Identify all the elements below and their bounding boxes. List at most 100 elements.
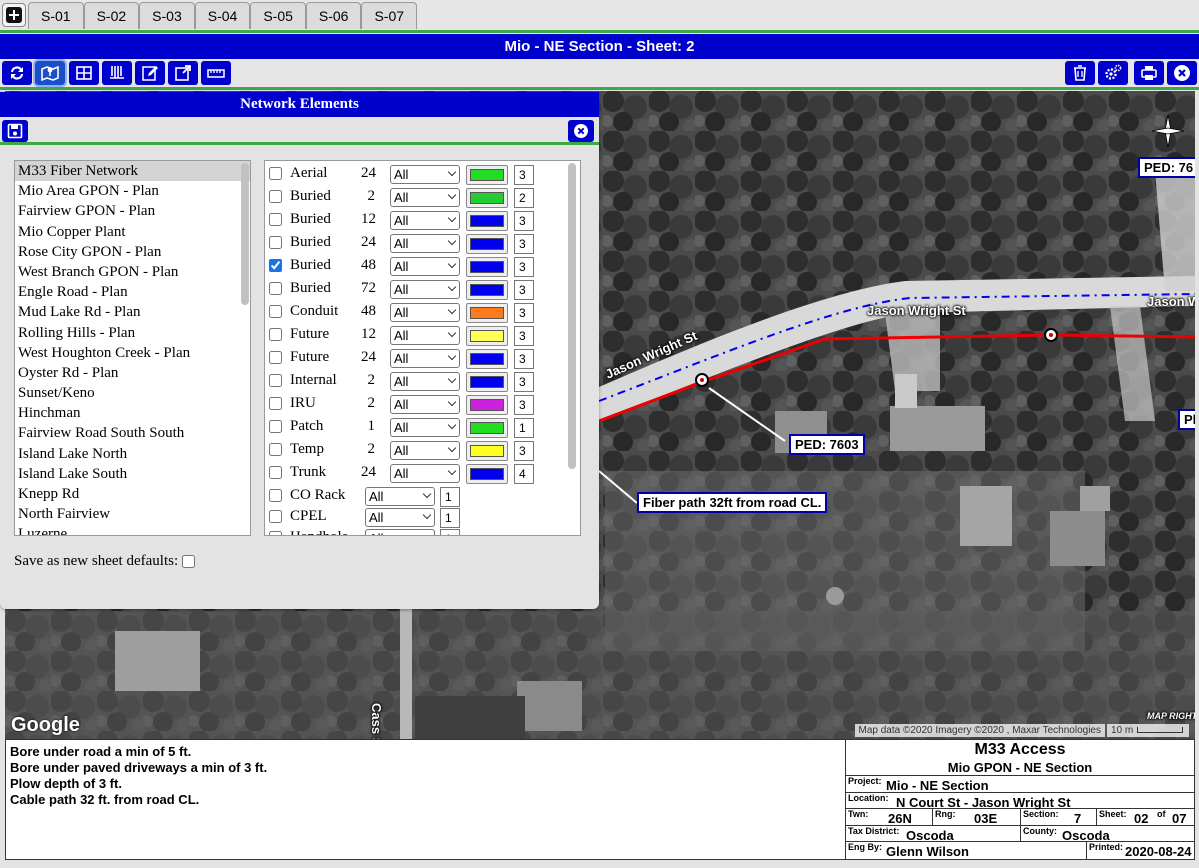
network-item[interactable]: Luzerne [15, 524, 250, 535]
element-scrollbar[interactable] [568, 163, 576, 469]
element-filter-select[interactable]: All [390, 280, 460, 299]
tab-s-06[interactable]: S-06 [305, 2, 362, 29]
line-width-input[interactable]: 3 [514, 234, 534, 254]
element-filter-select[interactable]: All [390, 211, 460, 230]
element-filter-select[interactable]: All [390, 165, 460, 184]
fiber-path-note[interactable]: Fiber path 32ft from road CL. [637, 492, 828, 513]
network-item[interactable]: Hinchman [15, 403, 250, 423]
element-checkbox[interactable] [269, 351, 282, 364]
ped-label-top[interactable]: PED: 76 [1138, 157, 1195, 178]
element-checkbox[interactable] [269, 420, 282, 433]
settings-button[interactable] [1098, 61, 1128, 85]
network-item[interactable]: Sunset/Keno [15, 383, 250, 403]
panel-close-button[interactable] [568, 120, 594, 142]
network-item[interactable]: Mio Area GPON - Plan [15, 181, 250, 201]
tab-s-04[interactable]: S-04 [194, 2, 251, 29]
network-item[interactable]: Mio Copper Plant [15, 222, 250, 242]
equipment-checkbox[interactable] [269, 489, 282, 502]
print-button[interactable] [1134, 61, 1164, 85]
color-picker[interactable] [466, 349, 508, 369]
network-item[interactable]: Island Lake South [15, 464, 250, 484]
equipment-checkbox[interactable] [269, 531, 282, 535]
element-filter-select[interactable]: All [390, 257, 460, 276]
network-item[interactable]: Rolling Hills - Plan [15, 323, 250, 343]
tab-s-03[interactable]: S-03 [139, 2, 195, 29]
size-input[interactable]: 1 [440, 487, 460, 507]
network-item[interactable]: M33 Fiber Network [15, 161, 250, 182]
color-picker[interactable] [466, 441, 508, 461]
element-checkbox[interactable] [269, 190, 282, 203]
line-width-input[interactable]: 2 [514, 188, 534, 208]
equipment-checkbox[interactable] [269, 510, 282, 523]
element-checkbox[interactable] [269, 374, 282, 387]
line-width-input[interactable]: 3 [514, 349, 534, 369]
line-width-input[interactable]: 3 [514, 257, 534, 277]
network-item[interactable]: North Fairview [15, 504, 250, 524]
color-picker[interactable] [466, 464, 508, 484]
element-checkbox[interactable] [269, 259, 282, 272]
element-list[interactable]: Aerial 24 All 3 Buried 2 All 2 Buried 12 All 3 Burie… [264, 160, 581, 536]
color-picker[interactable] [466, 372, 508, 392]
element-filter-select[interactable]: All [390, 464, 460, 483]
element-checkbox[interactable] [269, 236, 282, 249]
color-picker[interactable] [466, 257, 508, 277]
open-external-button[interactable] [168, 61, 198, 85]
tab-s-02[interactable]: S-02 [83, 2, 140, 29]
element-checkbox[interactable] [269, 443, 282, 456]
network-item[interactable]: West Branch GPON - Plan [15, 262, 250, 282]
close-button[interactable] [1167, 61, 1197, 85]
network-item[interactable]: Island Lake North [15, 444, 250, 464]
equipment-filter-select[interactable]: All [365, 487, 435, 506]
equipment-filter-select[interactable]: All [365, 508, 435, 527]
fiber-bundle-button[interactable] [102, 61, 132, 85]
line-width-input[interactable]: 4 [514, 464, 534, 484]
color-picker[interactable] [466, 211, 508, 231]
element-checkbox[interactable] [269, 328, 282, 341]
color-picker[interactable] [466, 188, 508, 208]
element-filter-select[interactable]: All [390, 234, 460, 253]
size-input[interactable]: 1 [440, 529, 460, 535]
map-attribution[interactable]: Map data ©2020 Imagery ©2020 , Maxar Tec… [854, 724, 1105, 737]
element-filter-select[interactable]: All [390, 326, 460, 345]
network-item[interactable]: Mud Lake Rd - Plan [15, 302, 250, 322]
network-item[interactable]: Fairview Road South South [15, 423, 250, 443]
line-width-input[interactable]: 3 [514, 303, 534, 323]
measure-button[interactable] [201, 61, 231, 85]
element-filter-select[interactable]: All [390, 188, 460, 207]
table-button[interactable] [69, 61, 99, 85]
color-picker[interactable] [466, 234, 508, 254]
network-item[interactable]: Engle Road - Plan [15, 282, 250, 302]
ped-label[interactable]: PED: 7603 [789, 434, 865, 455]
element-checkbox[interactable] [269, 397, 282, 410]
element-filter-select[interactable]: All [390, 418, 460, 437]
element-filter-select[interactable]: All [390, 372, 460, 391]
element-checkbox[interactable] [269, 167, 282, 180]
network-item[interactable]: Fairview GPON - Plan [15, 201, 250, 221]
add-sheet-button[interactable] [2, 3, 26, 27]
color-picker[interactable] [466, 395, 508, 415]
network-item[interactable]: Rose City GPON - Plan [15, 242, 250, 262]
element-filter-select[interactable]: All [390, 349, 460, 368]
line-width-input[interactable]: 3 [514, 280, 534, 300]
network-item[interactable]: Knepp Rd [15, 484, 250, 504]
save-defaults-checkbox[interactable] [182, 555, 196, 568]
save-button[interactable] [2, 120, 28, 142]
tab-s-01[interactable]: S-01 [28, 2, 84, 29]
network-item[interactable]: West Houghton Creek - Plan [15, 343, 250, 363]
element-filter-select[interactable]: All [390, 303, 460, 322]
color-picker[interactable] [466, 326, 508, 346]
equipment-filter-select[interactable]: All [365, 529, 435, 535]
line-width-input[interactable]: 3 [514, 395, 534, 415]
element-checkbox[interactable] [269, 213, 282, 226]
map-label-right[interactable]: Pl [1178, 409, 1195, 430]
element-checkbox[interactable] [269, 305, 282, 318]
tab-s-07[interactable]: S-07 [361, 2, 418, 29]
network-item[interactable]: Oyster Rd - Plan [15, 363, 250, 383]
line-width-input[interactable]: 3 [514, 165, 534, 185]
color-picker[interactable] [466, 280, 508, 300]
element-filter-select[interactable]: All [390, 441, 460, 460]
element-checkbox[interactable] [269, 466, 282, 479]
network-list[interactable]: M33 Fiber Network Mio Area GPON - Plan F… [14, 160, 251, 536]
line-width-input[interactable]: 3 [514, 326, 534, 346]
list-scrollbar[interactable] [241, 163, 249, 305]
